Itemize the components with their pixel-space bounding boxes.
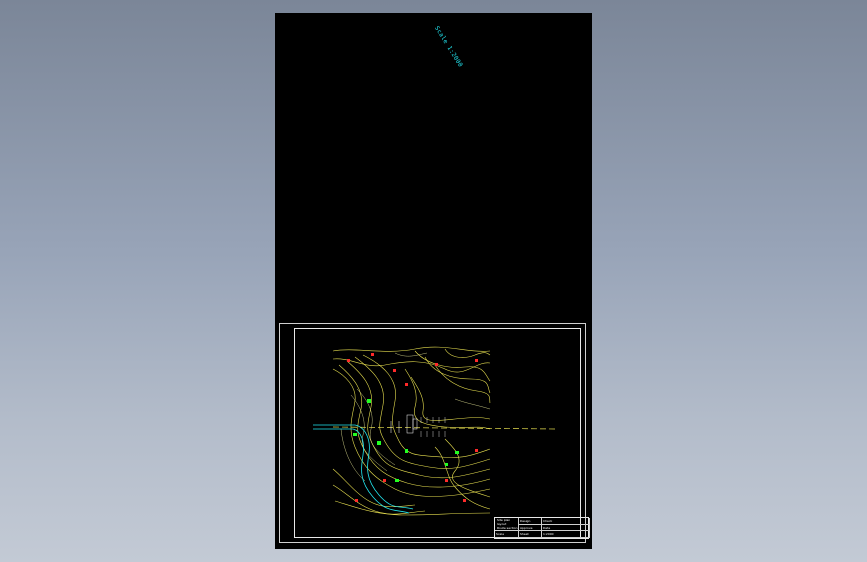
drawing-sheet[interactable]: Scale 1:2000 Design Check Site plan layo… [275,13,592,549]
drawing-title: Site plan layout [497,518,511,526]
title-block-date: Date [542,524,590,532]
title-block[interactable]: Design Check Site plan layout Route sect… [494,517,590,539]
title-block-sheet: Sheet [519,531,542,538]
rotated-scale-annotation: Scale 1:2000 [433,25,464,69]
title-block-title: Site plan layout Route section [495,518,519,532]
drawing-frame-inner: Design Check Site plan layout Route sect… [294,328,590,539]
drawing-subtitle: Route section [497,526,518,530]
station-markers [390,414,418,434]
title-block-scale-label: Scale [495,531,519,538]
title-block-design: Design [519,518,542,525]
cad-viewport[interactable]: Scale 1:2000 Design Check Site plan layo… [0,0,867,562]
title-block-check: Check [542,518,590,525]
title-block-approve: Approve [519,524,542,532]
title-block-scale-value: 1:2000 [542,531,590,538]
drawing-frame-outer: Design Check Site plan layout Route sect… [279,323,590,543]
topographic-map[interactable] [295,329,580,537]
